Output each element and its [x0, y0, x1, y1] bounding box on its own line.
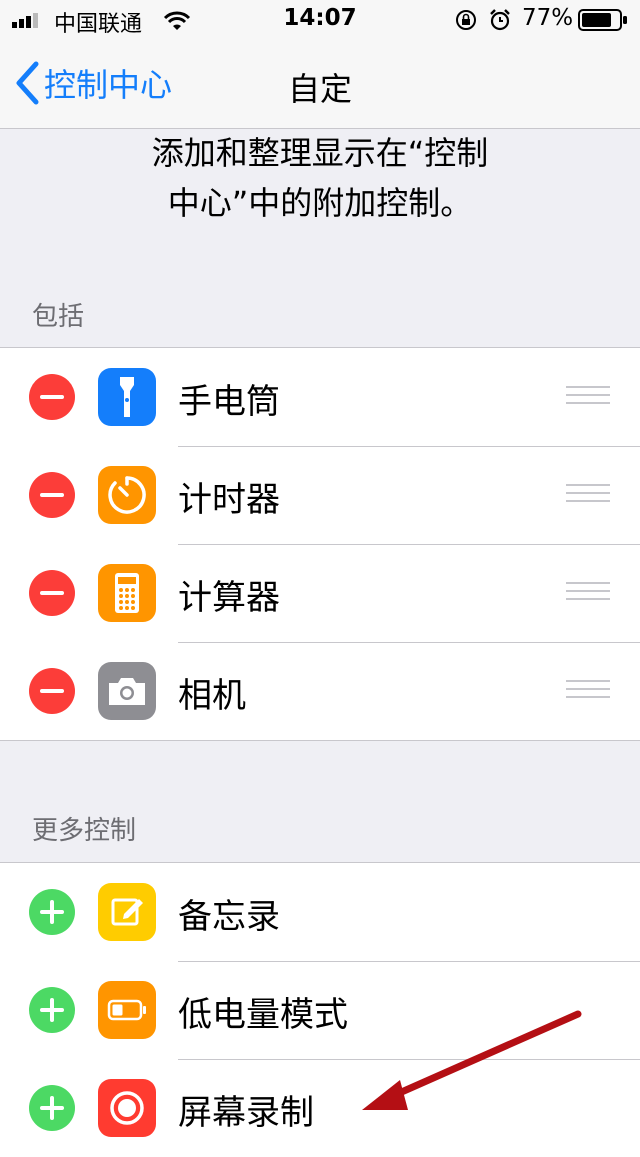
calculator-icon [98, 564, 156, 622]
reorder-handle[interactable] [566, 582, 610, 604]
reorder-handle[interactable] [566, 386, 610, 408]
battery-percent: 77% [522, 5, 574, 31]
low-power-icon [98, 981, 156, 1039]
add-button[interactable] [29, 1085, 75, 1131]
flashlight-icon [98, 368, 156, 426]
list-item-calculator: 计算器 [0, 544, 640, 642]
item-label: 相机 [178, 676, 246, 716]
list-item-notes: 备忘录 [0, 863, 640, 961]
list-item-flashlight: 手电筒 [0, 348, 640, 446]
add-button[interactable] [29, 987, 75, 1033]
battery-icon [578, 9, 627, 31]
notes-icon [98, 883, 156, 941]
item-label: 低电量模式 [178, 995, 348, 1035]
list-item-camera: 相机 [0, 642, 640, 740]
reorder-handle[interactable] [566, 484, 610, 506]
remove-button[interactable] [29, 472, 75, 518]
page-title: 自定 [287, 70, 352, 108]
item-label: 计算器 [178, 578, 280, 618]
navigation-bar: 控制中心 自定 [0, 40, 640, 129]
item-label: 手电筒 [178, 382, 280, 422]
rotation-lock-icon [456, 10, 476, 30]
description: 添加和整理显示在“控制 中心”中的附加控制。 [0, 128, 640, 228]
timer-icon [98, 466, 156, 524]
annotation-arrow [362, 1010, 582, 1110]
alarm-icon [490, 9, 510, 31]
description-line-1: 添加和整理显示在“控制 [151, 134, 489, 172]
remove-button[interactable] [29, 570, 75, 616]
included-list: 手电筒 计时器 计算器 相机 [0, 347, 640, 741]
item-label: 计时器 [178, 480, 280, 520]
camera-icon [98, 662, 156, 720]
list-item-timer: 计时器 [0, 446, 640, 544]
remove-button[interactable] [29, 668, 75, 714]
section-header-more: 更多控制 [32, 816, 137, 846]
add-button[interactable] [29, 889, 75, 935]
item-label: 屏幕录制 [178, 1093, 314, 1133]
item-label: 备忘录 [178, 897, 280, 937]
section-header-included: 包括 [32, 302, 85, 332]
screen-record-icon [98, 1079, 156, 1137]
reorder-handle[interactable] [566, 680, 610, 702]
description-line-2: 中心”中的附加控制。 [167, 184, 473, 222]
status-bar: 中国联通 14:07 77% [0, 0, 640, 40]
remove-button[interactable] [29, 374, 75, 420]
